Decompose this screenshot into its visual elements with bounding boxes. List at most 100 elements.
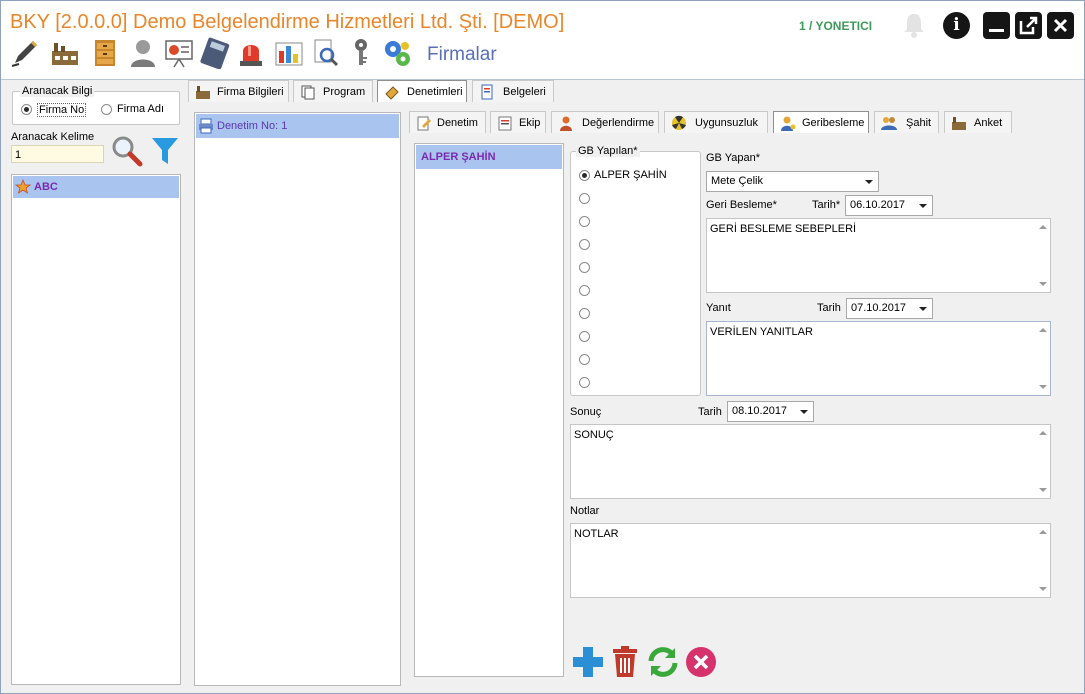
sonuc-date-picker[interactable]: 08.10.2017 [727,401,814,422]
factory-icon[interactable] [49,37,81,69]
gb-yapilan-radio[interactable] [579,170,590,181]
title-bar: BKY [2.0.0.0] Demo Belgelendirme Hizmetl… [1,1,1084,80]
tab-label: Ekip [519,117,541,129]
tab-uygunsuzluk[interactable]: Uygunsuzluk [664,111,768,133]
notebook-icon [385,86,399,100]
gb-yapilan-radio[interactable] [579,216,590,227]
company-list-item[interactable]: ABC [13,176,179,198]
tab-label: Denetimleri [407,86,463,98]
close-button[interactable] [1047,12,1074,39]
yanit-textarea[interactable]: VERİLEN YANITLAR [706,321,1051,396]
info-icon[interactable]: i [943,12,970,39]
tab-sahit[interactable]: Şahit [874,111,939,133]
tab-label: Değerlendirme [582,117,655,129]
yanit-date-label: Tarih [817,302,841,314]
certificate-icon [481,84,493,100]
gb-yapilan-radio[interactable] [579,354,590,365]
chevron-down-icon [865,180,873,184]
notification-bell-icon[interactable] [901,11,927,39]
tab-program[interactable]: Program [293,80,373,102]
gb-yapilan-group: GB Yapılan* ALPER ŞAHİN [570,145,701,396]
radio-firma-no-label[interactable]: Firma No [37,103,87,117]
add-button[interactable] [570,644,606,680]
scrollbar[interactable] [1035,425,1050,498]
chevron-down-icon [919,307,927,311]
radio-firma-adi-label[interactable]: Firma Adı [117,103,164,115]
tab-ekip[interactable]: Ekip [490,111,546,133]
tab-label: Anket [974,117,1003,129]
tab-denetimleri[interactable]: Denetimleri [377,80,467,102]
tab-geribesleme[interactable]: Geribesleme [773,111,869,133]
minimize-button[interactable] [983,12,1010,39]
person-icon [560,116,572,131]
radiation-icon [672,115,686,130]
copy-icon [301,85,315,100]
sonuc-date-label: Tarih [698,406,722,418]
yanit-date-picker[interactable]: 07.10.2017 [846,298,933,319]
scrollbar[interactable] [1035,219,1050,292]
scrollbar[interactable] [1035,524,1050,597]
cancel-button[interactable] [683,644,719,680]
tab-denetim[interactable]: Denetim [409,111,486,133]
module-title: Firmalar [427,44,497,65]
refresh-button[interactable] [645,644,681,680]
geri-besleme-date-picker[interactable]: 06.10.2017 [845,195,933,216]
search-icon[interactable] [110,134,144,168]
presentation-icon[interactable] [163,37,195,69]
gb-yapan-label: GB Yapan* [706,152,761,164]
radio-firma-no[interactable] [21,104,32,115]
key-icon[interactable] [345,37,377,69]
tab-label: Geribesleme [802,117,865,129]
app-title: BKY [2.0.0.0] Demo Belgelendirme Hizmetl… [10,11,565,33]
tab-belgeleri[interactable]: Belgeleri [472,80,554,102]
tab-label: Firma Bilgileri [217,86,284,98]
gb-yapilan-radio[interactable] [579,239,590,250]
popout-button[interactable] [1015,12,1042,39]
user-icon[interactable] [127,37,159,69]
keyword-input[interactable]: 1 [11,145,104,163]
company-name: ABC [34,181,58,193]
gb-yapilan-radio[interactable] [579,331,590,342]
people-list: ALPER ŞAHİN [414,143,564,677]
people-list-item[interactable]: ALPER ŞAHİN [416,145,562,169]
current-user: 1 / YONETICI [799,19,873,33]
bar-chart-icon[interactable] [273,37,305,69]
sonuc-textarea[interactable]: SONUÇ [570,424,1051,499]
delete-button[interactable] [607,644,643,680]
minimize-icon [989,29,1004,32]
geri-besleme-date: 06.10.2017 [850,199,906,211]
audit-list-item[interactable]: Denetim No: 1 [196,114,399,138]
gb-yapilan-radio[interactable] [579,308,590,319]
geri-besleme-label: Geri Besleme* [706,199,777,211]
gb-yapilan-radio[interactable] [579,285,590,296]
gb-yapilan-label: GB Yapılan* [576,145,640,157]
cabinet-icon[interactable] [89,37,121,69]
company-list: ABC [11,174,181,685]
sonuc-label: Sonuç [570,406,602,418]
tab-anket[interactable]: Anket [944,111,1012,133]
gb-yapilan-radio-label: ALPER ŞAHİN [594,169,667,181]
person-name: ALPER ŞAHİN [421,151,496,163]
document-search-icon[interactable] [309,37,341,69]
alarm-light-icon[interactable] [235,37,267,69]
scrollbar[interactable] [1035,322,1050,395]
audit-list: Denetim No: 1 [194,112,401,686]
tab-label: Belgeleri [503,86,546,98]
tab-degerlendirme[interactable]: Değerlendirme [551,111,659,133]
tab-label: Program [323,86,366,98]
settings-gears-icon[interactable] [381,37,413,69]
gb-yapan-select[interactable]: Mete Çelik [706,171,879,192]
radio-firma-adi[interactable] [101,104,112,115]
list-icon [498,116,512,131]
app-window: BKY [2.0.0.0] Demo Belgelendirme Hizmetl… [0,0,1085,694]
gb-yapilan-radio[interactable] [579,377,590,388]
filter-icon[interactable] [150,135,180,167]
gb-yapilan-radio[interactable] [579,193,590,204]
user-feedback-icon [781,116,796,131]
notlar-textarea[interactable]: NOTLAR [570,523,1051,598]
calculator-icon[interactable] [199,37,231,69]
geri-besleme-textarea[interactable]: GERİ BESLEME SEBEPLERİ [706,218,1051,293]
pen-icon[interactable] [9,37,41,69]
gb-yapilan-radio[interactable] [579,262,590,273]
tab-firma-bilgileri[interactable]: Firma Bilgileri [188,80,289,102]
